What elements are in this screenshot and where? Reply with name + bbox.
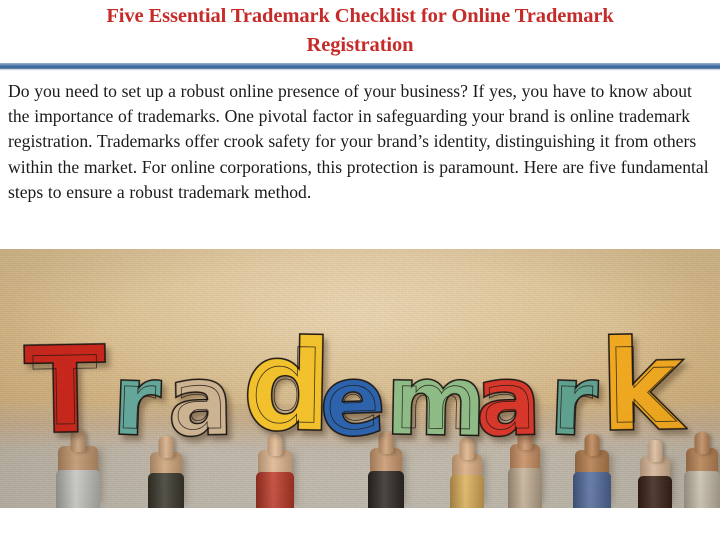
trademark-photo: TTrraaddeemmaarrkk: [0, 249, 720, 508]
slide-canvas: Five Essential Trademark Checklist for O…: [0, 0, 720, 540]
photo-vignette: [0, 249, 720, 508]
divider-bar: [0, 63, 720, 69]
page-title: Five Essential Trademark Checklist for O…: [34, 2, 686, 60]
body-paragraph: Do you need to set up a robust online pr…: [8, 81, 709, 202]
title-line-2: Registration: [306, 34, 414, 56]
title-line-1: Five Essential Trademark Checklist for O…: [106, 5, 614, 27]
title-divider: [0, 63, 720, 71]
